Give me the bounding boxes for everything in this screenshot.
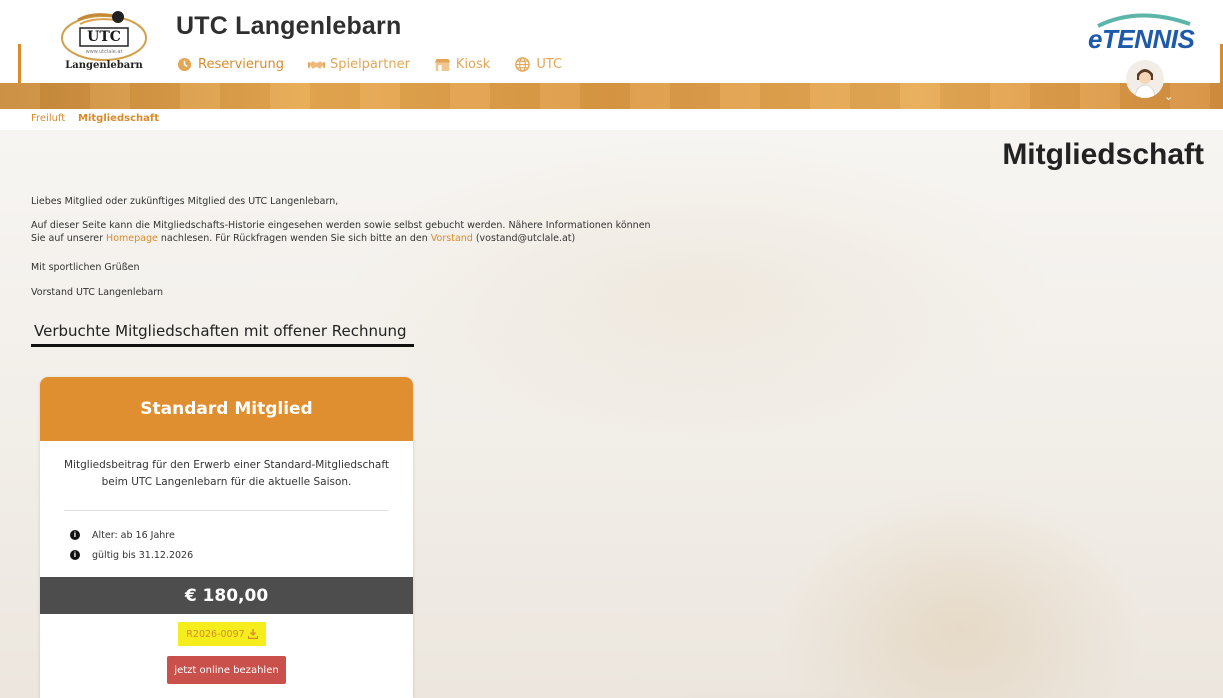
price-bar: € 180,00 xyxy=(40,577,413,614)
clock-icon xyxy=(176,56,193,73)
nav-label: Spielpartner xyxy=(329,57,410,72)
club-logo[interactable]: UTC www.utclale.at Langenlebarn xyxy=(58,8,150,72)
logo-text: Langenlebarn xyxy=(65,60,143,71)
nav-item-kiosk[interactable]: Kiosk xyxy=(434,56,490,73)
nav-label: UTC xyxy=(536,57,563,72)
info-icon: i xyxy=(70,550,80,560)
kiosk-icon xyxy=(434,56,451,73)
section-underline xyxy=(31,344,414,347)
nav-item-spielpartner[interactable]: Spielpartner xyxy=(307,56,410,73)
breadcrumb-item-mitgliedschaft[interactable]: Mitgliedschaft xyxy=(78,113,159,124)
section-heading: Verbuchte Mitgliedschaften mit offener R… xyxy=(34,322,407,340)
nav-label: Reservierung xyxy=(198,57,284,72)
nav-label: Kiosk xyxy=(455,57,491,72)
etennis-logo[interactable]: eTENNIS xyxy=(1088,10,1198,54)
intro-text: Auf dieser Seite kann die Mitgliedschaft… xyxy=(31,219,651,245)
greeting-text: Liebes Mitglied oder zukünftiges Mitglie… xyxy=(31,196,339,207)
card-info-list: i Alter: ab 16 Jahre i gültig bis 31.12.… xyxy=(40,511,413,565)
globe-icon xyxy=(514,56,531,73)
user-avatar[interactable] xyxy=(1126,60,1164,98)
info-age: Alter: ab 16 Jahre xyxy=(92,529,175,541)
membership-card: Standard Mitglied Mitgliedsbeitrag für d… xyxy=(40,377,413,698)
logo-mark: UTC xyxy=(87,29,121,45)
avatar-icon xyxy=(1126,60,1164,98)
card-description: Mitgliedsbeitrag für den Erwerb einer St… xyxy=(64,459,389,488)
vorstand-link[interactable]: Vorstand xyxy=(431,233,473,244)
site-header: UTC www.utclale.at Langenlebarn UTC Lang… xyxy=(0,0,1223,84)
download-icon xyxy=(247,629,258,639)
intro-part2: nachlesen. Für Rückfragen wenden Sie sic… xyxy=(157,233,431,244)
info-icon: i xyxy=(70,530,80,540)
info-row-validity: i gültig bis 31.12.2026 xyxy=(70,545,413,565)
card-title: Standard Mitglied xyxy=(40,377,413,441)
chevron-down-icon[interactable]: ⌄ xyxy=(1164,90,1173,103)
pay-online-button[interactable]: jetzt online bezahlen xyxy=(167,656,286,684)
site-title: UTC Langenlebarn xyxy=(176,12,402,40)
nav-item-reservierung[interactable]: Reservierung xyxy=(176,56,284,73)
nav-item-utc[interactable]: UTC xyxy=(514,56,562,73)
main-nav: Reservierung Spielpartner Kiosk UTC xyxy=(176,56,562,73)
handshake-icon xyxy=(307,56,325,73)
invoice-number: R2026-0097 xyxy=(186,628,245,640)
signature-text: Vorstand UTC Langenlebarn xyxy=(31,287,164,298)
breadcrumb-item-freiluft[interactable]: Freiluft xyxy=(31,113,65,124)
logo-url: www.utclale.at xyxy=(85,49,123,55)
regards-text: Mit sportlichen Grüßen xyxy=(31,262,140,273)
homepage-link[interactable]: Homepage xyxy=(106,233,158,244)
etennis-brand: eTENNIS xyxy=(1088,24,1195,54)
page-title: Mitgliedschaft xyxy=(1002,138,1204,171)
info-row-age: i Alter: ab 16 Jahre xyxy=(70,525,413,545)
intro-part3: (vostand@utclale.at) xyxy=(472,233,576,244)
info-validity: gültig bis 31.12.2026 xyxy=(92,549,194,561)
header-banner xyxy=(0,83,1223,109)
invoice-download-link[interactable]: R2026-0097 xyxy=(178,622,266,646)
breadcrumb: Freiluft Mitgliedschaft xyxy=(0,109,1223,130)
